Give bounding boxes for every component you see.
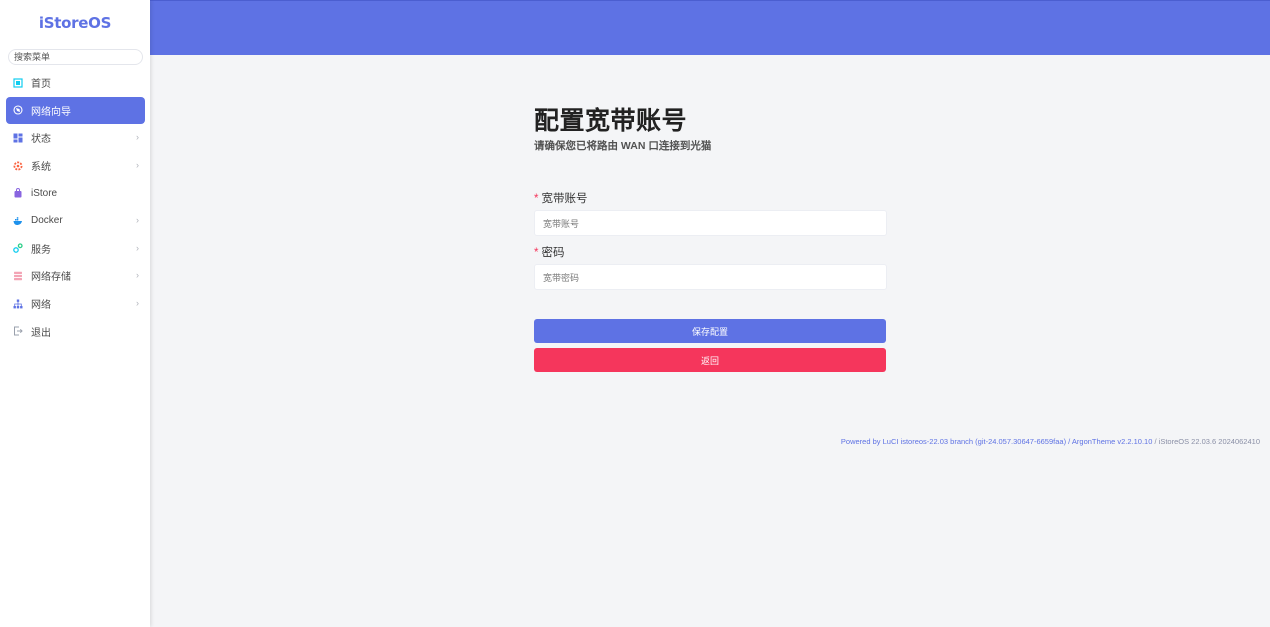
sidebar-item-label: iStore	[31, 187, 58, 199]
sidebar-item-network-storage[interactable]: 网络存储 ›	[6, 262, 145, 290]
sidebar-item-label: 首页	[31, 79, 51, 91]
required-mark: *	[534, 247, 539, 259]
sidebar-item-label: 服务	[31, 244, 51, 256]
footer-version: iStoreOS 22.03.6 2024062410	[1158, 437, 1260, 446]
footer-powered-by: Powered by	[840, 437, 883, 446]
gear-icon	[13, 161, 23, 171]
sidebar-item-istore[interactable]: iStore	[6, 179, 145, 207]
chevron-right-icon: ›	[136, 270, 139, 281]
compass-icon	[13, 105, 23, 115]
sidebar-item-home[interactable]: 首页	[6, 69, 145, 97]
chevron-right-icon: ›	[136, 242, 139, 253]
sidebar-item-services[interactable]: 服务 ›	[6, 235, 145, 263]
sidebar-item-label: 网络向导	[31, 106, 71, 118]
search-menu-input[interactable]: 搜索菜单	[8, 49, 143, 65]
chevron-right-icon: ›	[136, 297, 139, 308]
password-label-text: 密码	[541, 247, 565, 259]
sidebar-item-system[interactable]: 系统 ›	[6, 152, 145, 180]
sidebar-item-status[interactable]: 状态 ›	[6, 124, 145, 152]
sidebar-item-label: 网络	[31, 300, 51, 312]
password-input-placeholder: 宽带密码	[543, 272, 580, 283]
account-input[interactable]: 宽带账号	[534, 210, 887, 236]
home-icon	[13, 78, 23, 88]
network-tree-icon	[13, 299, 23, 309]
header-top-border	[150, 0, 1270, 1]
sidebar-item-label: 网络存储	[31, 272, 71, 284]
account-label: * 宽带账号	[534, 192, 887, 206]
chevron-right-icon: ›	[136, 132, 139, 143]
brand-logo[interactable]: iStoreOS	[0, 0, 150, 46]
required-mark: *	[534, 193, 539, 205]
sidebar-item-docker[interactable]: Docker ›	[6, 207, 145, 235]
sidebar-item-label: Docker	[31, 215, 63, 227]
sidebar-item-logout[interactable]: 退出	[6, 317, 145, 345]
footer-theme-link[interactable]: ArgonTheme v2.2.10.10	[1072, 437, 1152, 446]
sidebar: iStoreOS 搜索菜单 首页 网络向导 状态 › 系统 › iStore D…	[0, 0, 150, 627]
page-title: 配置宽带账号	[534, 106, 688, 135]
services-gears-icon	[13, 243, 23, 254]
page-subtitle: 请确保您已将路由 WAN 口连接到光猫	[534, 140, 712, 152]
chevron-right-icon: ›	[136, 214, 139, 225]
footer: Powered by LuCI istoreos-22.03 branch (g…	[841, 437, 1260, 446]
password-label: * 密码	[534, 246, 887, 260]
chevron-right-icon: ›	[136, 159, 139, 170]
broadband-config-form: 配置宽带账号 请确保您已将路由 WAN 口连接到光猫 * 宽带账号 宽带账号 * 密…	[534, 104, 887, 372]
sidebar-menu: 首页 网络向导 状态 › 系统 › iStore Docker › 服务 › 网…	[0, 69, 150, 345]
sidebar-item-label: 状态	[31, 134, 51, 146]
password-input[interactable]: 宽带密码	[534, 264, 887, 290]
docker-whale-icon	[13, 216, 23, 226]
sidebar-item-label: 系统	[31, 162, 51, 174]
store-bag-icon	[13, 188, 23, 198]
sidebar-item-network[interactable]: 网络 ›	[6, 290, 145, 318]
sidebar-item-network-wizard[interactable]: 网络向导	[6, 96, 145, 125]
account-label-text: 宽带账号	[541, 193, 588, 205]
sidebar-item-label: 退出	[31, 327, 51, 339]
dashboard-icon	[13, 133, 23, 143]
back-button[interactable]: 返回	[534, 348, 886, 372]
logout-icon	[13, 326, 23, 336]
header-bar	[150, 0, 1270, 55]
storage-stack-icon	[13, 271, 23, 281]
account-input-placeholder: 宽带账号	[543, 218, 580, 229]
footer-luci-link[interactable]: LuCI istoreos-22.03 branch (git-24.057.3…	[883, 437, 1066, 446]
save-config-button[interactable]: 保存配置	[534, 319, 886, 343]
